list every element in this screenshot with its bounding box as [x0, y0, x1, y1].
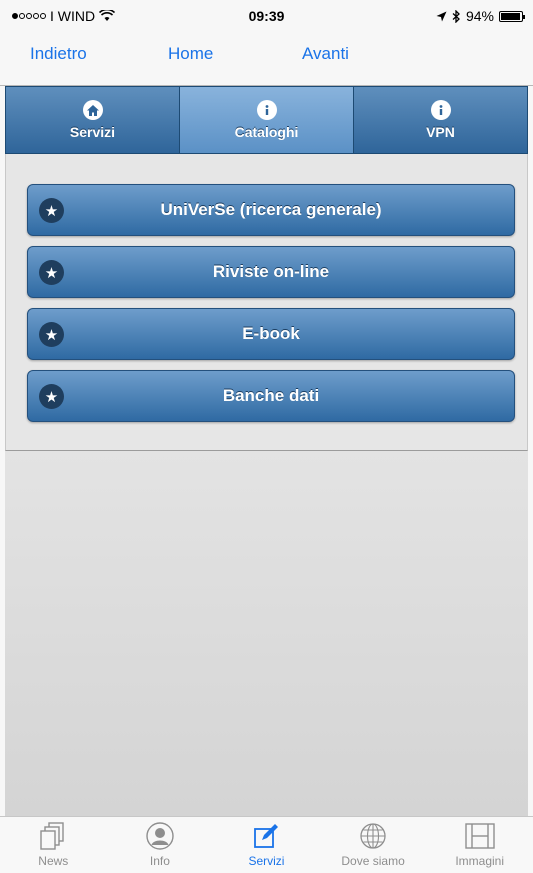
info-icon: [256, 100, 277, 120]
section-tabbar: Servizi Cataloghi VPN: [5, 86, 528, 154]
bottom-tab-label: Info: [149, 854, 170, 868]
tab-servizi[interactable]: Servizi: [6, 87, 180, 153]
back-link[interactable]: Indietro: [30, 44, 87, 64]
bottom-tab-news[interactable]: News: [0, 817, 107, 873]
list-item-riviste[interactable]: ★ Riviste on-line: [27, 246, 515, 298]
bottom-tab-label: News: [38, 854, 69, 868]
bottom-tab-info[interactable]: Info: [107, 817, 214, 873]
star-icon: ★: [39, 322, 64, 347]
film-icon: [464, 823, 495, 849]
tab-cataloghi[interactable]: Cataloghi: [180, 87, 354, 153]
list-item-label: Riviste on-line: [212, 262, 330, 281]
star-icon: ★: [39, 260, 64, 285]
compose-icon: [254, 824, 279, 848]
status-bar: I WIND 09:39 94%: [0, 0, 533, 30]
bottom-tab-label: Dove siamo: [341, 854, 405, 868]
navigation-bar: Indietro Home Avanti: [0, 30, 533, 86]
person-icon: [146, 822, 174, 850]
home-link[interactable]: Home: [168, 44, 213, 64]
star-icon: ★: [39, 384, 64, 409]
tab-label: Cataloghi: [234, 124, 299, 140]
bottom-tab-servizi[interactable]: Servizi: [213, 817, 320, 873]
catalog-list: ★ UniVerSe (ricerca generale) ★ Riviste …: [5, 154, 528, 451]
info-icon: [430, 100, 451, 120]
forward-link[interactable]: Avanti: [302, 44, 349, 64]
list-item-ebook[interactable]: ★ E-book: [27, 308, 515, 360]
list-item-label: UniVerSe (ricerca generale): [160, 200, 382, 219]
tab-vpn[interactable]: VPN: [354, 87, 527, 153]
tab-label: VPN: [426, 124, 455, 140]
empty-area: [5, 451, 528, 816]
bluetooth-icon: [452, 9, 460, 23]
list-item-banche-dati[interactable]: ★ Banche dati: [27, 370, 515, 422]
battery-icon: [499, 10, 525, 22]
tab-label: Servizi: [69, 124, 116, 140]
location-arrow-icon: [436, 11, 447, 21]
list-item-label: E-book: [242, 324, 300, 343]
star-icon: ★: [39, 198, 64, 223]
status-right-group: 94%: [436, 8, 525, 24]
home-icon: [82, 100, 103, 120]
news-icon: [40, 822, 64, 850]
battery-percent: 94%: [465, 8, 494, 24]
bottom-tab-label: Immagini: [455, 854, 505, 868]
bottom-tab-label: Servizi: [248, 854, 285, 868]
bottom-tab-immagini[interactable]: Immagini: [426, 817, 533, 873]
bottom-tabbar: News Info Servizi Dove siamo Immagini: [0, 816, 533, 873]
list-item-universe[interactable]: ★ UniVerSe (ricerca generale): [27, 184, 515, 236]
globe-icon: [360, 823, 386, 849]
bottom-tab-dove-siamo[interactable]: Dove siamo: [320, 817, 427, 873]
list-item-label: Banche dati: [222, 386, 320, 405]
